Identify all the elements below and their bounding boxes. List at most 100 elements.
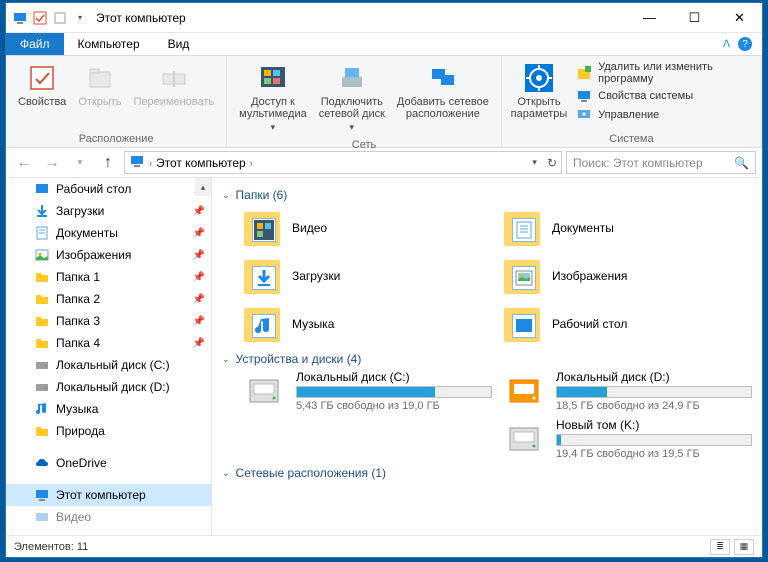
path-segment[interactable]: Этот компьютер <box>156 156 246 170</box>
dropdown-icon: ▾ <box>271 122 276 133</box>
nav-item[interactable]: Папка 1📌 <box>6 266 211 288</box>
nav-onedrive[interactable]: OneDrive <box>6 452 211 474</box>
folder-item[interactable]: Видео <box>242 206 492 250</box>
settings-icon <box>523 62 555 94</box>
network-section-header[interactable]: ⌄ Сетевые расположения (1) <box>222 460 752 484</box>
content-pane[interactable]: ⌄ Папки (6) ВидеоДокументыЗагрузки Изобра… <box>212 178 762 535</box>
help-icon[interactable]: ? <box>738 37 752 51</box>
devices-section-header[interactable]: ⌄ Устройства и диски (4) <box>222 346 752 370</box>
recent-locations-button[interactable]: ▾ <box>68 151 92 175</box>
uninstall-program-button[interactable]: Удалить или изменить программу <box>576 61 749 85</box>
folder-item[interactable]: Музыка <box>242 302 492 346</box>
pin-icon: 📌 <box>193 294 205 305</box>
minimize-button[interactable]: — <box>627 3 672 33</box>
nav-item-label: Локальный диск (D:) <box>56 380 170 394</box>
forward-button[interactable]: → <box>40 151 64 175</box>
search-input[interactable] <box>573 156 734 170</box>
search-icon[interactable]: 🔍 <box>734 156 749 170</box>
search-box[interactable]: 🔍 <box>566 151 756 174</box>
up-button[interactable]: ↑ <box>96 151 120 175</box>
refresh-button[interactable]: ↻ <box>547 156 557 170</box>
folder-icon <box>242 208 282 248</box>
folder-icon <box>242 304 282 344</box>
explorer-window: ▾ Этот компьютер — ☐ ✕ Файл Компьютер Ви… <box>5 2 763 558</box>
open-settings-button[interactable]: Открыть параметры <box>508 59 570 123</box>
nav-item[interactable]: Локальный диск (D:) <box>6 376 211 398</box>
tab-computer[interactable]: Компьютер <box>64 33 154 55</box>
nav-item[interactable]: Природа <box>6 420 211 442</box>
icons-view-button[interactable]: ▦ <box>734 539 754 555</box>
folder-icon <box>242 256 282 296</box>
folder-label: Рабочий стол <box>552 317 627 331</box>
path-dropdown-icon[interactable]: ▾ <box>532 157 537 168</box>
map-drive-icon <box>336 62 368 94</box>
nav-item[interactable]: Локальный диск (C:) <box>6 354 211 376</box>
folders-section-header[interactable]: ⌄ Папки (6) <box>222 182 752 206</box>
nav-item[interactable]: Рабочий стол📌 <box>6 178 211 200</box>
nav-item-label: OneDrive <box>56 456 107 470</box>
properties-button[interactable]: Свойства <box>12 59 72 111</box>
system-properties-button[interactable]: Свойства системы <box>576 88 749 104</box>
drive-icon <box>34 357 50 373</box>
nav-this-pc[interactable]: Этот компьютер <box>6 484 211 506</box>
maximize-button[interactable]: ☐ <box>672 3 717 33</box>
qat-properties-icon[interactable] <box>32 10 48 26</box>
dropdown-icon: ▾ <box>350 122 355 133</box>
folder-item[interactable]: Загрузки <box>242 254 492 298</box>
chevron-icon[interactable]: › <box>149 158 152 168</box>
qat-new-folder-icon[interactable] <box>52 10 68 26</box>
nav-item-label: Папка 3 <box>56 314 100 328</box>
nav-video[interactable]: Видео <box>6 506 211 528</box>
tab-view[interactable]: Вид <box>154 33 204 55</box>
media-access-button[interactable]: Доступ к мультимедиа ▾ <box>233 59 313 136</box>
folder-item[interactable]: Изображения <box>502 254 752 298</box>
chevron-icon[interactable]: › <box>250 158 253 168</box>
rename-button[interactable]: Переименовать <box>128 59 221 111</box>
nav-item[interactable]: Папка 4📌 <box>6 332 211 354</box>
item-count: Элементов: 11 <box>14 541 88 553</box>
add-network-location-button[interactable]: Добавить сетевое расположение <box>391 59 495 123</box>
chevron-down-icon: ⌄ <box>222 354 230 365</box>
chevron-down-icon: ⌄ <box>222 190 230 201</box>
manage-button[interactable]: Управление <box>576 107 749 123</box>
folder-item[interactable]: Рабочий стол <box>502 302 752 346</box>
back-button[interactable]: ← <box>12 151 36 175</box>
nav-item[interactable]: Изображения📌 <box>6 244 211 266</box>
nav-item[interactable]: Документы📌 <box>6 222 211 244</box>
media-icon <box>257 62 289 94</box>
drive-usage-bar <box>556 434 752 446</box>
navigation-pane[interactable]: ▴ Рабочий стол📌Загрузки📌Документы📌Изобра… <box>6 178 212 535</box>
drive-icon <box>242 370 286 410</box>
details-view-button[interactable]: ≣ <box>710 539 730 555</box>
drive-item[interactable]: Локальный диск (C:)5,43 ГБ свободно из 1… <box>242 370 492 412</box>
folder-label: Изображения <box>552 269 627 283</box>
address-path[interactable]: › Этот компьютер › ▾ ↻ <box>124 151 562 174</box>
nav-item-label: Локальный диск (C:) <box>56 358 170 372</box>
nav-item[interactable]: Папка 3📌 <box>6 310 211 332</box>
nav-item-label: Изображения <box>56 248 131 262</box>
nav-item-label: Музыка <box>56 402 98 416</box>
drive-item[interactable]: Локальный диск (D:)18,5 ГБ свободно из 2… <box>502 370 752 412</box>
map-drive-button[interactable]: Подключить сетевой диск ▾ <box>313 59 391 136</box>
music-icon <box>34 401 50 417</box>
open-button[interactable]: Открыть <box>72 59 127 111</box>
nav-item-label: Загрузки <box>56 204 104 218</box>
nav-item[interactable]: Музыка <box>6 398 211 420</box>
window-title: Этот компьютер <box>88 11 627 25</box>
qat-dropdown-icon[interactable]: ▾ <box>72 10 88 26</box>
drive-item[interactable]: Новый том (K:)19,4 ГБ свободно из 19,5 Г… <box>502 418 752 460</box>
nav-item[interactable]: Загрузки📌 <box>6 200 211 222</box>
drive-usage-bar <box>296 386 492 398</box>
close-button[interactable]: ✕ <box>717 3 762 33</box>
nav-item-label: Папка 2 <box>56 292 100 306</box>
ribbon-collapse-icon[interactable]: ᐱ <box>723 39 730 50</box>
folder-item[interactable]: Документы <box>502 206 752 250</box>
nav-item[interactable]: Папка 2 📌 <box>6 288 211 310</box>
drive-icon <box>34 379 50 395</box>
tab-file[interactable]: Файл <box>6 33 64 55</box>
rename-icon <box>158 62 190 94</box>
folder-icon <box>34 335 50 351</box>
drive-space-text: 18,5 ГБ свободно из 24,9 ГБ <box>556 400 752 412</box>
drive-space-text: 5,43 ГБ свободно из 19,0 ГБ <box>296 400 492 412</box>
scroll-up-button[interactable]: ▴ <box>195 178 211 196</box>
